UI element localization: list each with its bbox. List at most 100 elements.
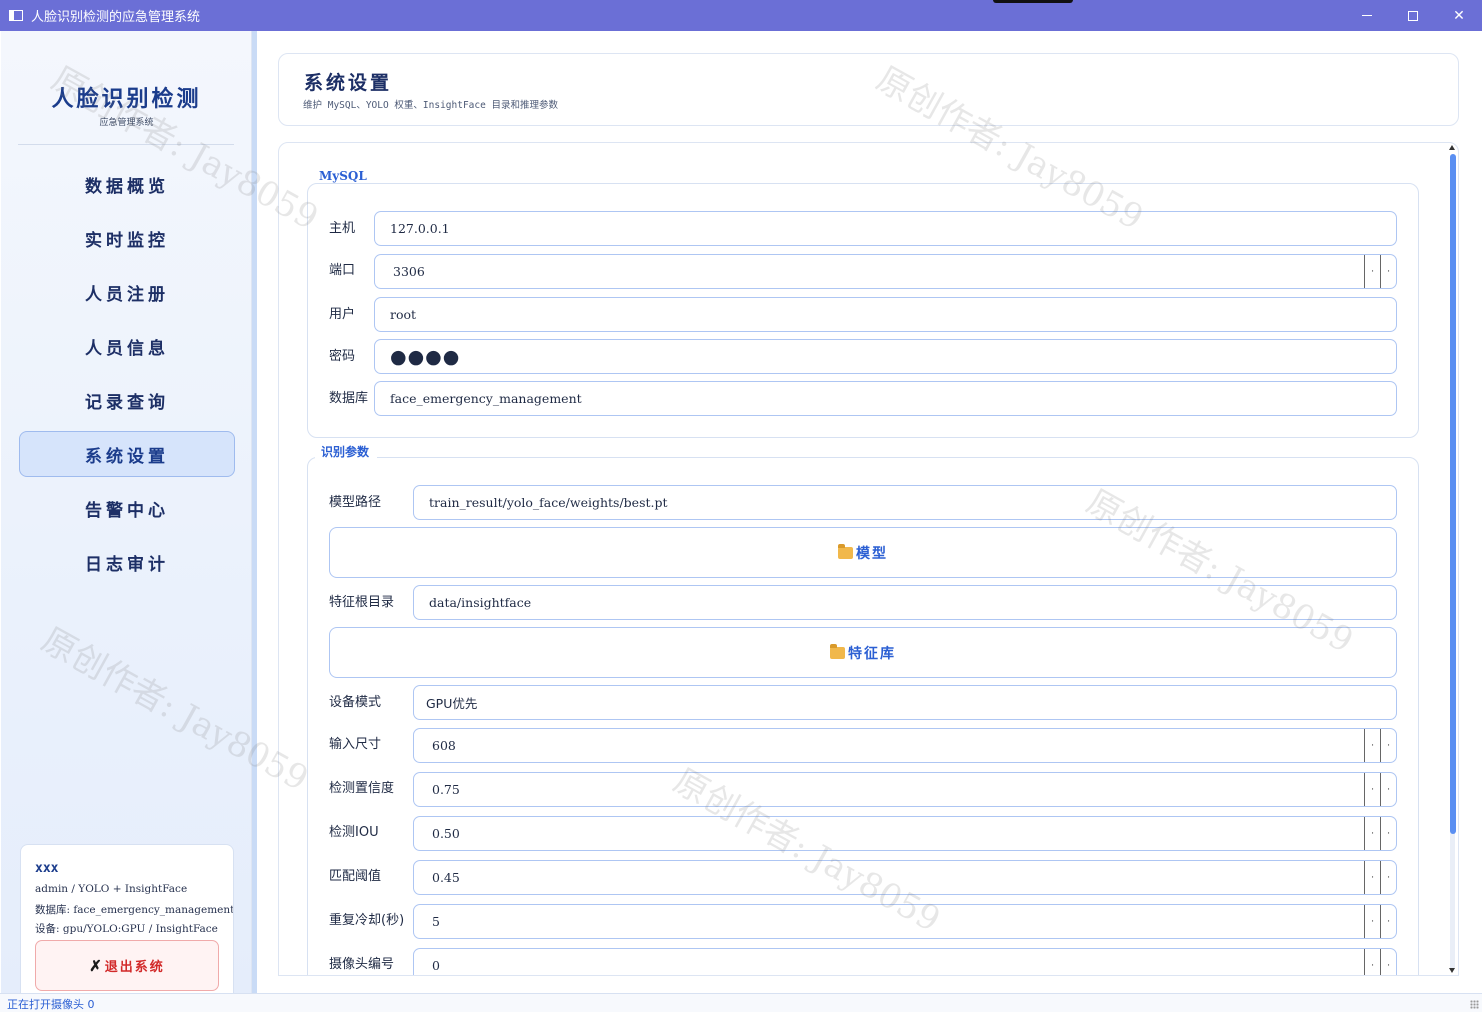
camera-label: 摄像头编号	[329, 957, 395, 972]
nav-item-audit[interactable]: 日志审计	[19, 539, 235, 585]
sidebar-splitter[interactable]	[252, 31, 257, 993]
scroll-down-icon[interactable]	[1449, 968, 1455, 973]
iou-spin-buttons[interactable]: · ·	[1364, 817, 1396, 850]
feature-dir-label: 特征根目录	[329, 595, 395, 610]
camera-value: 0	[432, 958, 440, 973]
port-label: 端口	[329, 263, 356, 278]
folder-icon	[838, 543, 853, 559]
app-window-icon	[9, 10, 23, 21]
sidebar: 人脸识别检测 应急管理系统 数据概览 实时监控 人员注册 人员信息 记录查询 系…	[1, 31, 252, 1006]
nav-item-settings[interactable]: 系统设置	[19, 431, 235, 477]
window-controls: ✕	[1344, 0, 1482, 31]
page-subtitle: 维护 MySQL、YOLO 权重、InsightFace 目录和推理参数	[303, 100, 559, 111]
match-spin-buttons[interactable]: · ·	[1364, 861, 1396, 894]
spin-down-icon[interactable]: ·	[1364, 255, 1380, 288]
nav-item-overview[interactable]: 数据概览	[19, 161, 235, 207]
window-title: 人脸识别检测的应急管理系统	[31, 10, 201, 25]
scroll-up-icon[interactable]	[1449, 145, 1455, 150]
settings-scrollbar[interactable]	[1448, 142, 1457, 976]
spin-down-icon[interactable]: ·	[1364, 949, 1380, 975]
user-label: 用户	[329, 307, 356, 322]
spin-down-icon[interactable]: ·	[1364, 773, 1380, 806]
mysql-group-title: MySQL	[313, 169, 375, 183]
brand-title: 人脸识别检测	[51, 86, 202, 112]
select-model-button[interactable]: 模型	[329, 527, 1397, 578]
select-feature-button[interactable]: 特征库	[329, 627, 1397, 678]
resize-grip-icon[interactable]	[1470, 1000, 1479, 1009]
maximize-button[interactable]	[1390, 0, 1436, 31]
logout-label: 退出系统	[104, 960, 165, 975]
input-size-value: 608	[432, 738, 456, 753]
nav-item-alerts[interactable]: 告警中心	[19, 485, 235, 531]
title-bar: 人脸识别检测的应急管理系统 ✕	[0, 0, 1482, 31]
cooldown-value: 5	[432, 914, 440, 929]
brand-separator	[18, 144, 234, 145]
user-card: xxx admin / YOLO + InsightFace 数据库: face…	[20, 844, 234, 1006]
nav-item-register[interactable]: 人员注册	[19, 269, 235, 315]
database-input[interactable]: face_emergency_management	[374, 381, 1397, 416]
device-mode-label: 设备模式	[329, 695, 382, 710]
page-title: 系统设置	[304, 72, 393, 94]
feature-dir-input[interactable]: data/insightface	[413, 585, 1397, 620]
host-label: 主机	[329, 221, 356, 236]
camera-spin-buttons[interactable]: · ·	[1364, 949, 1396, 975]
port-spin-buttons[interactable]: · ·	[1364, 255, 1396, 288]
camera-notch	[993, 0, 1073, 3]
spin-up-icon[interactable]: ·	[1380, 817, 1396, 850]
database-label: 数据库	[329, 391, 369, 406]
close-button[interactable]: ✕	[1436, 0, 1482, 31]
spin-down-icon[interactable]: ·	[1364, 817, 1380, 850]
nav-item-monitor[interactable]: 实时监控	[19, 215, 235, 261]
recognition-group-title: 识别参数	[315, 443, 378, 460]
match-label: 匹配阈值	[329, 869, 382, 884]
port-spinbox[interactable]: 3306 · ·	[374, 254, 1397, 289]
minimize-button[interactable]	[1344, 0, 1390, 31]
port-value: 3306	[393, 264, 425, 279]
password-mask: ●●●●	[390, 345, 461, 368]
input-size-spin-buttons[interactable]: · ·	[1364, 729, 1396, 762]
spin-up-icon[interactable]: ·	[1380, 949, 1396, 975]
minimize-icon	[1362, 15, 1372, 16]
user-device: 设备: gpu/YOLO:GPU / InsightFace	[35, 923, 218, 935]
match-spinbox[interactable]: 0.45 · ·	[413, 860, 1397, 895]
conf-value: 0.75	[432, 782, 460, 797]
conf-spinbox[interactable]: 0.75 · ·	[413, 772, 1397, 807]
nav-item-people[interactable]: 人员信息	[19, 323, 235, 369]
spin-up-icon[interactable]: ·	[1380, 773, 1396, 806]
nav-item-records[interactable]: 记录查询	[19, 377, 235, 423]
user-input[interactable]: root	[374, 297, 1397, 332]
password-label: 密码	[329, 349, 356, 364]
iou-value: 0.50	[432, 826, 460, 841]
close-icon: ✕	[1453, 7, 1465, 24]
scroll-thumb[interactable]	[1450, 154, 1456, 834]
spin-up-icon[interactable]: ·	[1380, 729, 1396, 762]
model-path-input[interactable]: train_result/yolo_face/weights/best.pt	[413, 485, 1397, 520]
camera-spinbox[interactable]: 0 · ·	[413, 948, 1397, 975]
host-input[interactable]: 127.0.0.1	[374, 211, 1397, 246]
spin-up-icon[interactable]: ·	[1380, 905, 1396, 938]
user-name: xxx	[35, 861, 59, 876]
spin-up-icon[interactable]: ·	[1380, 861, 1396, 894]
select-model-label: 模型	[856, 545, 888, 562]
cooldown-spin-buttons[interactable]: · ·	[1364, 905, 1396, 938]
status-bar: 正在打开摄像头 0	[0, 993, 1482, 1012]
cooldown-spinbox[interactable]: 5 · ·	[413, 904, 1397, 939]
spin-down-icon[interactable]: ·	[1364, 729, 1380, 762]
logout-button[interactable]: ✗ 退出系统	[35, 940, 219, 991]
spin-down-icon[interactable]: ·	[1364, 861, 1380, 894]
password-input[interactable]: ●●●●	[374, 339, 1397, 374]
conf-spin-buttons[interactable]: · ·	[1364, 773, 1396, 806]
input-size-spinbox[interactable]: 608 · ·	[413, 728, 1397, 763]
spin-down-icon[interactable]: ·	[1364, 905, 1380, 938]
folder-icon	[830, 643, 845, 659]
user-role: admin / YOLO + InsightFace	[35, 883, 188, 895]
maximize-icon	[1408, 10, 1418, 21]
iou-spinbox[interactable]: 0.50 · ·	[413, 816, 1397, 851]
spin-up-icon[interactable]: ·	[1380, 255, 1396, 288]
device-mode-select[interactable]: GPU优先	[413, 685, 1397, 720]
brand-subtitle: 应急管理系统	[99, 118, 154, 128]
match-value: 0.45	[432, 870, 460, 885]
close-x-icon: ✗	[89, 956, 102, 975]
select-feature-label: 特征库	[848, 645, 896, 662]
iou-label: 检测IOU	[329, 825, 379, 840]
